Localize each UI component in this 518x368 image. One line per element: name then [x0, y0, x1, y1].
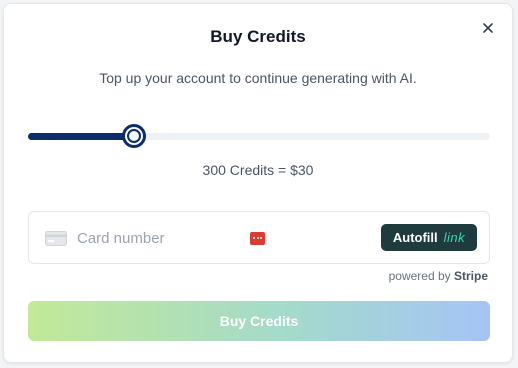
buy-credits-modal: Buy Credits Top up your account to conti… — [3, 3, 513, 363]
card-brand-icon — [250, 232, 265, 245]
slider-thumb[interactable] — [122, 124, 147, 148]
close-icon — [483, 23, 493, 33]
autofill-label: Autofill — [392, 230, 438, 245]
link-logo: link — [443, 230, 466, 245]
autofill-link-button[interactable]: Autofill link — [381, 224, 477, 251]
card-number-input[interactable] — [77, 226, 237, 250]
buy-credits-button[interactable]: Buy Credits — [28, 301, 490, 341]
slider-fill — [28, 133, 135, 140]
credits-slider[interactable] — [28, 124, 490, 148]
card-number-field[interactable]: Autofill link — [28, 211, 490, 264]
powered-by-text: powered by — [388, 269, 451, 283]
modal-subtitle: Top up your account to continue generati… — [99, 70, 417, 86]
stripe-brand: Stripe — [453, 269, 488, 283]
credits-amount-label: 300 Credits = $30 — [202, 162, 314, 178]
credit-card-icon — [45, 231, 67, 246]
modal-title: Buy Credits — [210, 27, 306, 46]
close-button[interactable] — [478, 18, 498, 38]
powered-by-stripe: powered by Stripe — [389, 269, 488, 283]
